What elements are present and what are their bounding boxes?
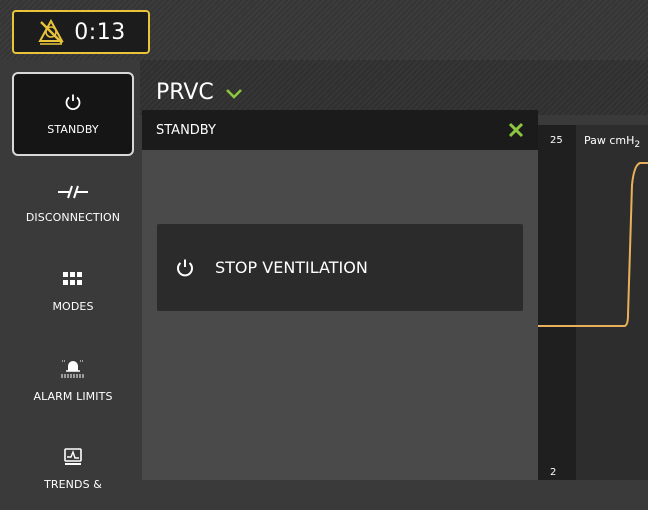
sidebar-item-trends[interactable]: TRENDS &	[12, 426, 134, 510]
alarm-silence-timer[interactable]: 0:13	[12, 10, 150, 54]
close-icon[interactable]	[506, 120, 526, 140]
sidebar-item-disconnection[interactable]: DISCONNECTION	[12, 162, 134, 246]
sidebar-item-label: MODES	[52, 299, 94, 313]
power-icon	[65, 94, 81, 110]
chevron-down-icon	[225, 88, 242, 99]
disconnection-icon	[58, 185, 88, 198]
sidebar-item-standby[interactable]: STANDBY	[12, 72, 134, 156]
sidebar-item-label: ALARM LIMITS	[33, 389, 113, 403]
alarm-silenced-icon	[38, 18, 64, 45]
pressure-waveform: 25 2 Paw cmH2	[536, 125, 648, 480]
sidebar-item-alarm-limits[interactable]: ALARM LIMITS	[12, 338, 134, 422]
waveform-svg	[536, 162, 648, 327]
alarm-bell-icon	[61, 360, 85, 377]
sidebar-item-label: DISCONNECTION	[25, 210, 121, 224]
sidebar-item-modes[interactable]: MODES	[12, 250, 134, 334]
standby-dialog: STANDBY STOP VENTILATION	[142, 110, 538, 480]
mode-selector[interactable]: PRVC	[156, 80, 244, 105]
dialog-title: STANDBY	[156, 122, 216, 138]
dialog-header: STANDBY	[142, 110, 538, 150]
stop-ventilation-button[interactable]: STOP VENTILATION	[157, 224, 523, 311]
power-icon	[177, 259, 193, 276]
trends-icon	[64, 448, 82, 465]
waveform-trace	[536, 162, 648, 327]
sidebar-item-label: STANDBY	[47, 122, 99, 136]
alarm-timer-text: 0:13	[74, 19, 126, 45]
stop-ventilation-label: STOP VENTILATION	[215, 258, 368, 277]
mode-name: PRVC	[156, 80, 214, 105]
grid-icon	[63, 271, 82, 285]
